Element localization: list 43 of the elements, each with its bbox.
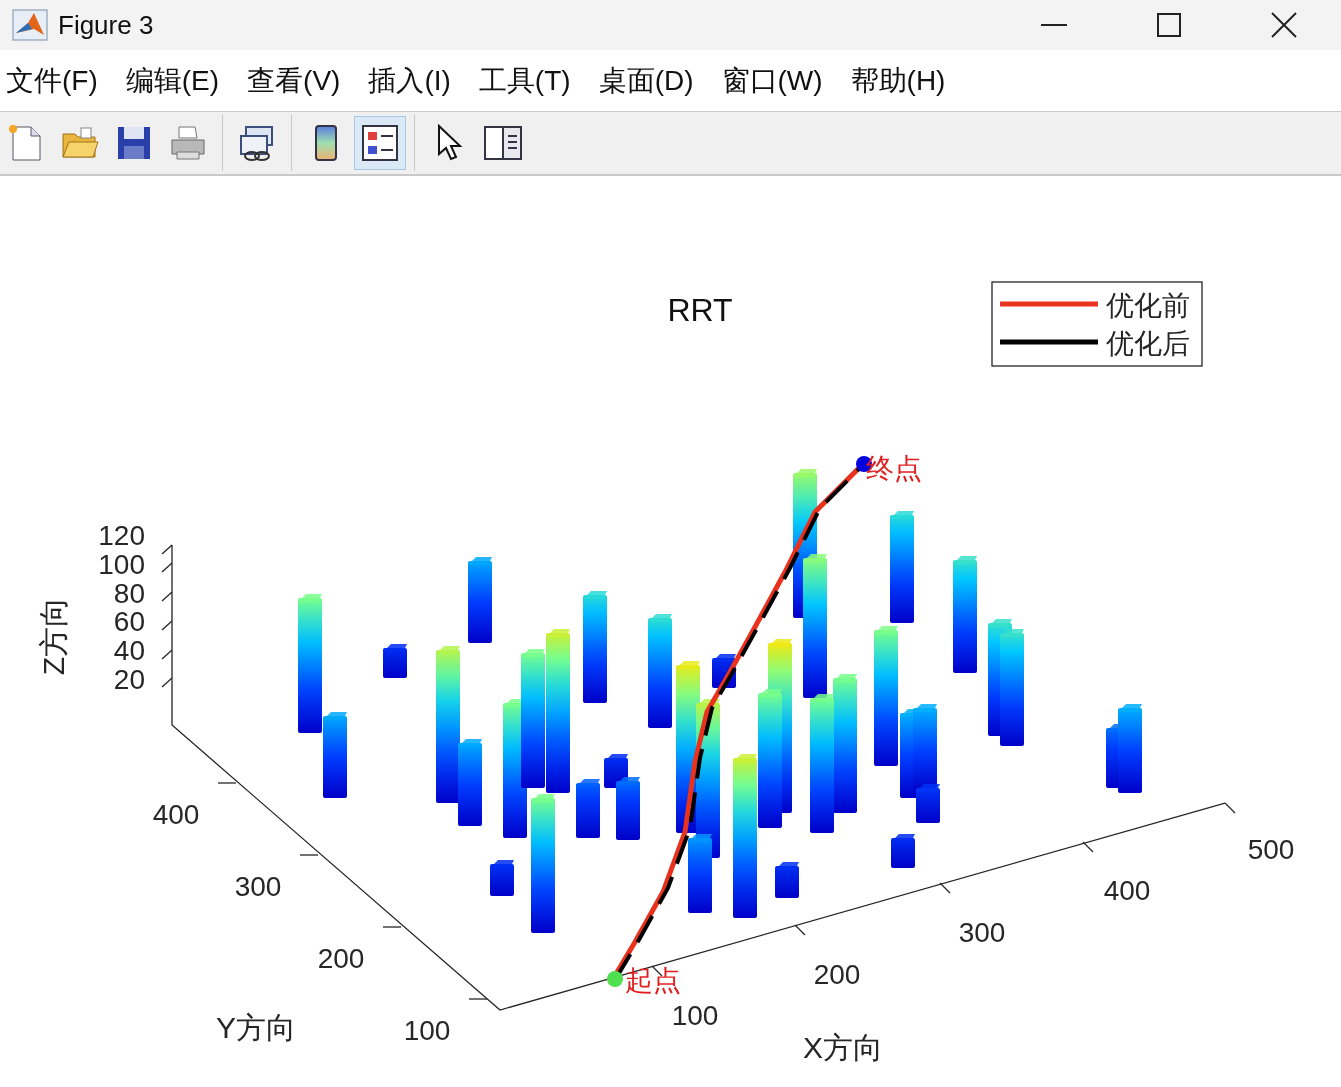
colorbar-icon [313,124,339,162]
linked-windows-icon [238,124,276,162]
z-tick-label: 80 [113,577,145,609]
menu-item[interactable]: 文件(F) [6,61,98,100]
y-tick-label: 300 [234,871,282,902]
plot-title: RRT [667,292,733,328]
x-tick-label: 300 [958,917,1006,948]
menu-item[interactable]: 编辑(E) [125,61,220,100]
legend-label: 优化前 [1106,290,1190,321]
start-label: 起点 [625,965,681,996]
menu-item[interactable]: 工具(T) [478,61,571,100]
app-icon [12,9,48,41]
y-tick-label: 100 [403,1015,451,1046]
maximize-icon [1156,13,1181,37]
x-tick-label: 100 [671,1000,719,1031]
legend-icon [361,124,399,162]
z-tick-label: 20 [113,664,145,695]
legend-label: 优化后 [1106,328,1190,359]
menu-item[interactable]: 桌面(D) [598,61,694,100]
minimize-icon [1040,24,1067,26]
x-tick-label: 400 [1103,875,1151,906]
close-icon [1270,12,1297,38]
menu-item[interactable]: 查看(V) [247,61,341,100]
property-panel-icon [483,124,523,162]
menu-item[interactable]: 帮助(H) [850,61,946,100]
y-tick-label: 200 [317,943,365,974]
x-tick-label: 500 [1247,834,1295,865]
y-tick-label: 400 [152,799,200,830]
z-tick-label: 100 [98,548,145,580]
end-label: 终点 [866,453,922,484]
window-title: Figure 3 [58,9,155,41]
z-tick-label: 60 [113,606,145,638]
z-tick-label: 40 [113,635,145,667]
x-axis-label: X方向 [803,1031,883,1064]
y-axis-label: Y方向 [216,1011,296,1044]
z-axis-label: Z方向 [37,596,70,676]
toolbar-button[interactable] [354,116,406,170]
x-tick-label: 200 [813,959,861,990]
menu-item[interactable]: 窗口(W) [721,61,823,100]
printer-icon [169,124,207,162]
menu-item[interactable]: 插入(I) [368,61,451,100]
start-marker [607,971,623,987]
z-tick-label: 120 [98,520,145,551]
